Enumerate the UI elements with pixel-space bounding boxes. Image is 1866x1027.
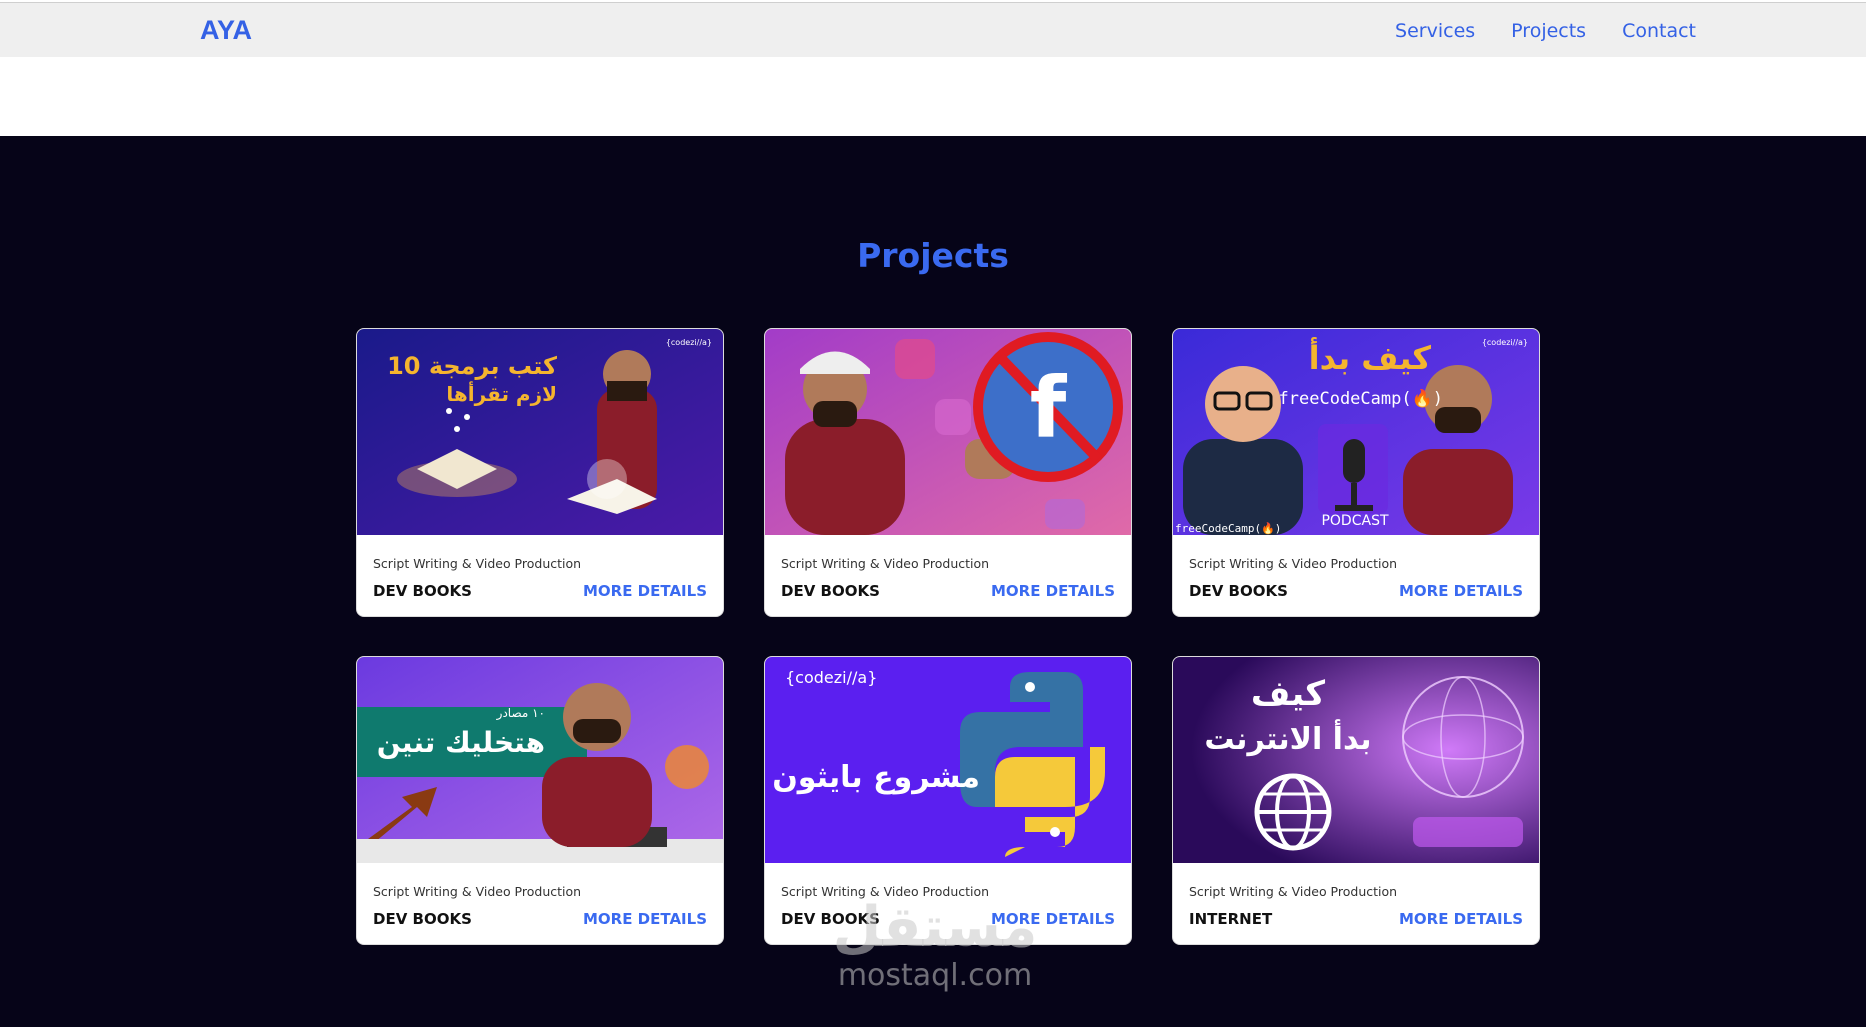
thumb-headline: كيف بدأ bbox=[1309, 337, 1432, 377]
thumb-headline: كيف bbox=[1251, 674, 1325, 714]
thumb-subline: لازم تقرأها bbox=[446, 380, 557, 406]
thumb-footer: freeCodeCamp(🔥) bbox=[1175, 522, 1281, 535]
project-card[interactable]: كيف بدأ الانترنت Script Writing & Video … bbox=[1172, 656, 1540, 945]
thumb-subline: بدأ الانترنت bbox=[1204, 719, 1371, 757]
more-details-link[interactable]: MORE DETAILS bbox=[1399, 910, 1523, 928]
project-thumbnail[interactable]: كيف بدأ الانترنت bbox=[1173, 657, 1539, 863]
nav-links: Services Projects Contact bbox=[1395, 20, 1696, 42]
card-category: Script Writing & Video Production bbox=[373, 884, 582, 899]
card-title: DEV BOOKS bbox=[781, 910, 880, 928]
thumb-headline: هتخليك تنين bbox=[377, 726, 545, 759]
thumb-headline: مشروع بايثون bbox=[772, 760, 980, 795]
thumb-subline: ١٠ مصادر bbox=[496, 706, 545, 721]
card-category: Script Writing & Video Production bbox=[1189, 884, 1398, 899]
card-title: DEV BOOKS bbox=[1189, 582, 1288, 600]
card-category: Script Writing & Video Production bbox=[373, 556, 582, 571]
brand-logo[interactable]: AYA bbox=[200, 15, 252, 46]
project-card[interactable]: ١٠ مصادر هتخليك تنين Script Writing & Vi… bbox=[356, 656, 724, 945]
more-details-link[interactable]: MORE DETAILS bbox=[991, 910, 1115, 928]
nav-link-contact[interactable]: Contact bbox=[1622, 20, 1696, 42]
thumb-tag: {codezi//a} bbox=[1482, 338, 1528, 347]
nav-link-projects[interactable]: Projects bbox=[1511, 20, 1586, 42]
card-title: DEV BOOKS bbox=[373, 910, 472, 928]
more-details-link[interactable]: MORE DETAILS bbox=[583, 910, 707, 928]
project-card[interactable]: f Script Writing & Video Production DEV … bbox=[764, 328, 1132, 617]
project-thumbnail[interactable]: ١٠ مصادر هتخليك تنين bbox=[357, 657, 723, 863]
navbar: AYA Services Projects Contact bbox=[0, 2, 1866, 57]
card-category: Script Writing & Video Production bbox=[1189, 556, 1398, 571]
project-card[interactable]: 10 كتب برمجة لازم تقرأها {codezi//a} Scr… bbox=[356, 328, 724, 617]
section-title: Projects bbox=[857, 236, 1009, 275]
thumb-subline: freeCodeCamp(🔥) bbox=[1279, 388, 1443, 409]
project-thumbnail[interactable]: مشروع بايثون {codezi//a} bbox=[765, 657, 1131, 863]
project-thumbnail[interactable]: كيف بدأ freeCodeCamp(🔥) PODCAST {codezi/… bbox=[1173, 329, 1539, 535]
card-title: DEV BOOKS bbox=[781, 582, 880, 600]
thumb-tag: {codezi//a} bbox=[666, 338, 712, 347]
more-details-link[interactable]: MORE DETAILS bbox=[1399, 582, 1523, 600]
project-card[interactable]: كيف بدأ freeCodeCamp(🔥) PODCAST {codezi/… bbox=[1172, 328, 1540, 617]
thumb-headline: f bbox=[1030, 359, 1068, 457]
thumb-headline: 10 كتب برمجة bbox=[387, 352, 557, 380]
card-title: DEV BOOKS bbox=[373, 582, 472, 600]
projects-section: Projects 10 كتب برمجة لازم تقرأها {codez… bbox=[0, 136, 1866, 1027]
card-category: Script Writing & Video Production bbox=[781, 884, 990, 899]
project-card[interactable]: مشروع بايثون {codezi//a} Script Writing … bbox=[764, 656, 1132, 945]
thumb-badge: PODCAST bbox=[1321, 513, 1388, 529]
card-title: INTERNET bbox=[1189, 910, 1273, 928]
thumb-tag: {codezi//a} bbox=[785, 668, 877, 687]
card-category: Script Writing & Video Production bbox=[781, 556, 990, 571]
project-thumbnail[interactable]: f bbox=[765, 329, 1131, 535]
more-details-link[interactable]: MORE DETAILS bbox=[991, 582, 1115, 600]
more-details-link[interactable]: MORE DETAILS bbox=[583, 582, 707, 600]
project-thumbnail[interactable]: 10 كتب برمجة لازم تقرأها {codezi//a} bbox=[357, 329, 723, 535]
nav-link-services[interactable]: Services bbox=[1395, 20, 1475, 42]
